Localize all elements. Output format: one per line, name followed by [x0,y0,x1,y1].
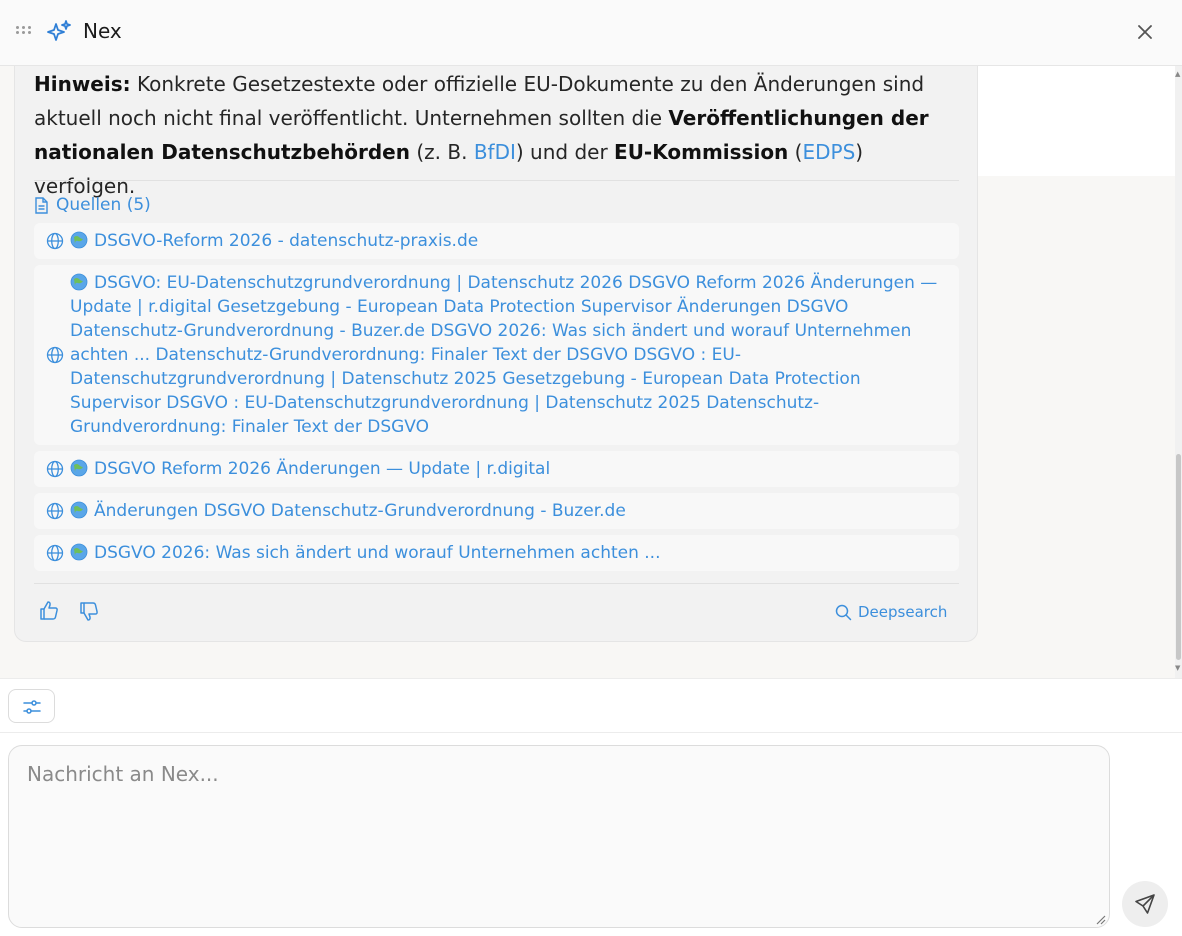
close-icon[interactable] [1132,19,1158,45]
composer-toolbar [0,678,1182,733]
source-item[interactable]: DSGVO-Reform 2026 - datenschutz-praxis.d… [34,223,959,259]
edps-link[interactable]: EDPS [802,140,855,164]
source-title: DSGVO: EU-Datenschutzgrundverordnung | D… [70,273,938,437]
globe-icon [46,544,64,562]
assistant-message: Hinweis: Konkrete Gesetzestexte oder off… [14,66,978,642]
globe-emoji-icon [70,459,88,477]
bfdi-link[interactable]: BfDI [474,140,516,164]
source-item[interactable]: DSGVO Reform 2026 Änderungen — Update | … [34,451,959,487]
globe-icon [46,232,64,250]
scroll-up-icon[interactable]: ▲ [1175,70,1180,78]
thumbs-down-icon[interactable] [78,600,100,622]
source-item[interactable]: DSGVO: EU-Datenschutzgrundverordnung | D… [34,265,959,445]
settings-button[interactable] [8,689,55,723]
globe-icon [46,460,64,478]
chat-header: Nex [0,0,1182,66]
source-title: DSGVO-Reform 2026 - datenschutz-praxis.d… [70,229,947,253]
globe-emoji-icon [70,501,88,519]
note-text: ( [788,140,803,164]
sparkle-icon [47,20,71,41]
deepsearch-button[interactable]: Deepsearch [835,603,947,621]
scrollbar-thumb[interactable] [1176,454,1181,660]
divider [34,180,959,181]
search-icon [835,604,852,620]
right-gutter [978,66,1176,678]
resize-handle-icon[interactable] [1094,913,1106,925]
note-paragraph: Hinweis: Konkrete Gesetzestexte oder off… [34,67,954,203]
sources-label: Quellen (5) [56,195,151,215]
note-bold: EU-Kommission [614,140,789,164]
message-input[interactable] [8,745,1110,928]
globe-icon [46,502,64,520]
sources-toggle[interactable]: Quellen (5) [34,195,151,215]
source-title: DSGVO 2026: Was sich ändert und worauf U… [70,541,947,565]
app-title: Nex [83,19,122,43]
globe-emoji-icon [70,273,88,291]
send-icon [1135,894,1155,914]
sliders-icon [23,700,41,714]
chat-scroll-area[interactable]: ▲ ▼ Hinweis: Konkrete Gesetzestexte oder… [0,66,1182,678]
globe-emoji-icon [70,543,88,561]
note-label: Hinweis: [34,72,131,96]
note-text: (z. B. [410,140,474,164]
send-button[interactable] [1122,881,1168,927]
composer [0,733,1182,936]
globe-emoji-icon [70,231,88,249]
divider [34,583,959,584]
note-text: ) und der [515,140,615,164]
deepsearch-label: Deepsearch [858,603,948,621]
source-item[interactable]: Änderungen DSGVO Datenschutz-Grundverord… [34,493,959,529]
source-title: Änderungen DSGVO Datenschutz-Grundverord… [70,499,947,523]
source-item[interactable]: DSGVO 2026: Was sich ändert und worauf U… [34,535,959,571]
document-icon [35,196,48,214]
drag-handle-icon[interactable] [16,26,34,36]
thumbs-up-icon[interactable] [38,600,60,622]
globe-icon [46,346,64,364]
source-title: DSGVO Reform 2026 Änderungen — Update | … [70,457,947,481]
scroll-down-icon[interactable]: ▼ [1175,664,1180,672]
